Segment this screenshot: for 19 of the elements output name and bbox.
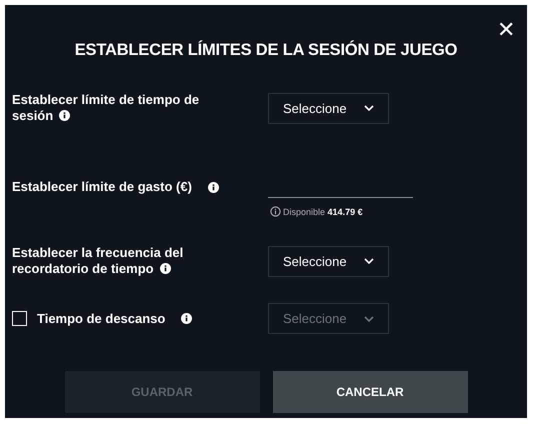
select-dropdown[interactable]: Seleccione (268, 92, 389, 124)
info-icon (181, 313, 192, 324)
cancel-button[interactable]: CANCELAR (272, 371, 468, 413)
chevron-down-icon (364, 316, 374, 322)
info-icon (208, 182, 219, 192)
info-icon (160, 263, 171, 274)
select-dropdown[interactable]: Seleccione (268, 246, 389, 276)
available-text: Disponible 414.79 € (283, 206, 363, 216)
chevron-down-icon (364, 105, 374, 111)
field-label: Tiempo de descanso (37, 310, 166, 326)
field-label: Establecer límite de gasto (€) (12, 179, 192, 195)
info-icon (270, 206, 281, 217)
chevron-down-icon (364, 258, 374, 264)
dialog-title: ESTABLECER LÍMITES DE LA SESIÓN DE JUEGO (74, 41, 458, 60)
checkbox[interactable] (12, 311, 27, 326)
field-label: Establecer la frecuencia del recordatorio de tiempo (12, 245, 184, 277)
field-label: Establecer límite de tiempo de sesión (12, 92, 200, 124)
info-icon (59, 110, 70, 121)
close-button[interactable]: ✕ (493, 19, 519, 41)
